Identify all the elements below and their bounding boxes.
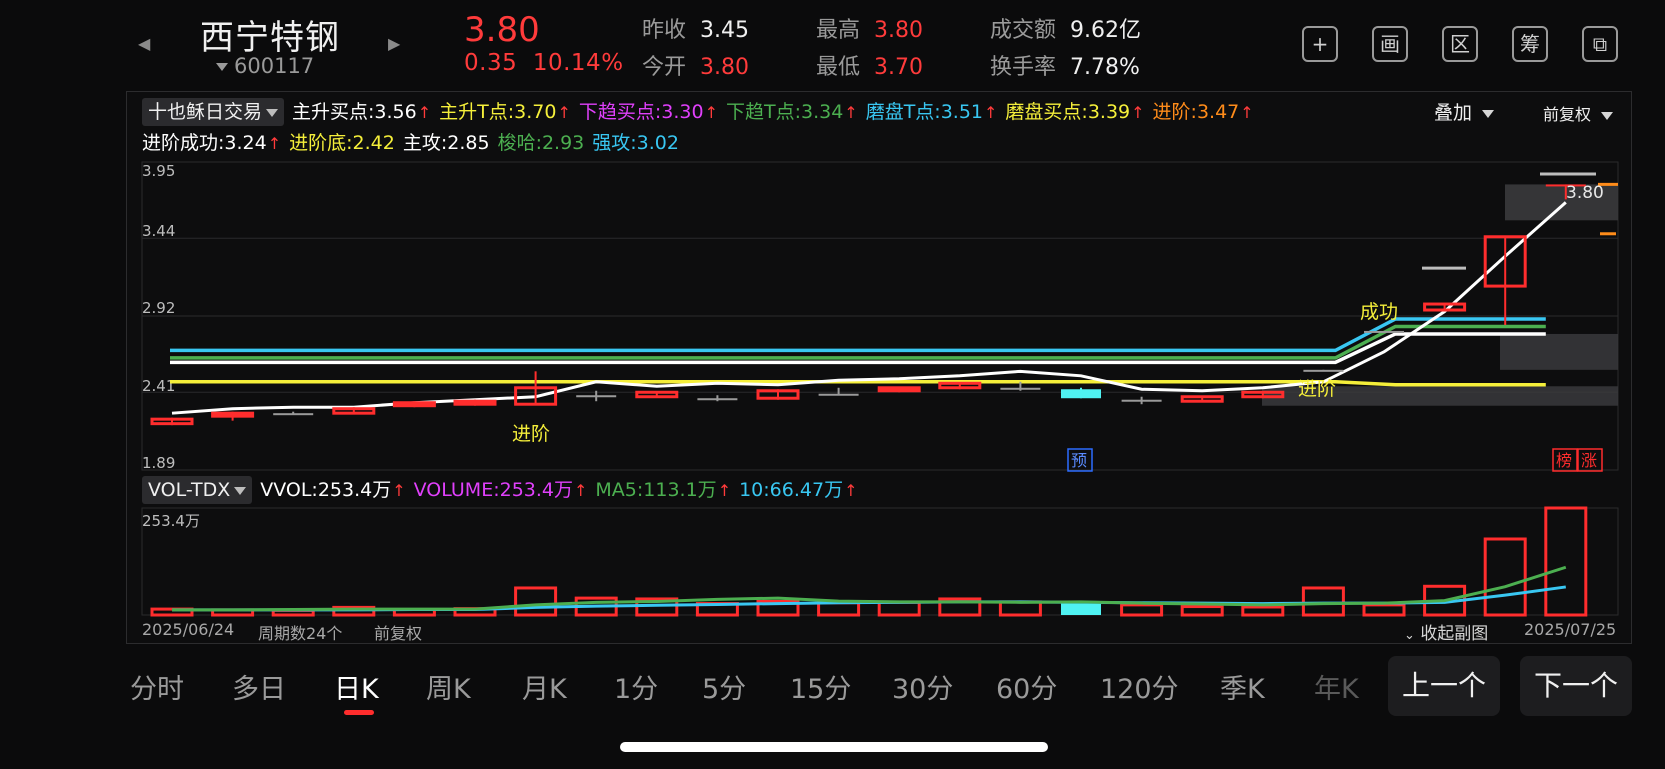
volume-bar — [877, 600, 921, 617]
volume-bar — [1362, 603, 1406, 617]
legend-item-label: 10:66.47万 — [739, 479, 844, 501]
candle-body — [818, 393, 859, 396]
active-tab-indicator — [344, 710, 374, 715]
volume-bar — [1483, 537, 1527, 617]
legend-item: MA5:113.1万↑ — [595, 476, 731, 505]
rank-badge: 榜 — [1556, 451, 1572, 470]
up-arrow-icon: ↑ — [392, 481, 406, 500]
candle-body — [273, 413, 314, 416]
chevron-down-icon: ⌄ — [1404, 628, 1415, 643]
candle-body — [1061, 389, 1101, 399]
end-date: 2025/07/25 — [1524, 620, 1617, 639]
candle-body — [1364, 330, 1404, 333]
volume-bar — [1301, 586, 1345, 617]
candle-body — [211, 411, 255, 418]
tab-weekly-k[interactable]: 周K — [426, 667, 471, 706]
up-arrow-icon: ↑ — [574, 481, 588, 500]
jinjie-label: 进阶 — [1298, 378, 1336, 400]
tab-fenshi[interactable]: 分时 — [130, 667, 184, 706]
candle-body — [392, 401, 436, 408]
prev-stock-button[interactable]: 上一个 — [1388, 656, 1500, 716]
legend-item-label: MA5:113.1万 — [595, 479, 717, 501]
candle-body — [453, 399, 497, 406]
volume-bar — [1241, 605, 1285, 617]
volume-legend: VOL-TDX VVOL:253.4万↑ VOLUME:253.4万↑ MA5:113… — [142, 476, 865, 504]
candle-body — [576, 395, 617, 398]
up-arrow-icon: ↑ — [844, 481, 858, 500]
period-count: 周期数24个 — [258, 624, 343, 643]
legend-item: 10:66.47万↑ — [739, 476, 857, 505]
tab-120min[interactable]: 120分 — [1100, 667, 1179, 706]
collapse-label: 收起副图 — [1420, 624, 1489, 644]
chevron-down-icon — [234, 486, 247, 495]
volume-bar — [1180, 605, 1224, 617]
volume-bar — [1061, 603, 1101, 615]
legend-item-label: VVOL:253.4万 — [260, 479, 392, 501]
success-label: 成功 — [1360, 301, 1398, 323]
tab-1min[interactable]: 1分 — [614, 667, 658, 706]
zone-box — [1500, 333, 1618, 370]
tab-15min[interactable]: 15分 — [790, 667, 851, 706]
candle-body — [1121, 399, 1162, 402]
volume-bar — [998, 600, 1042, 617]
volume-indicator-selector[interactable]: VOL-TDX — [142, 476, 253, 504]
forecast-badge: 预 — [1071, 451, 1087, 470]
collapse-subchart-button[interactable]: ⌄ 收起副图 — [1404, 619, 1488, 644]
kline-chart[interactable]: 进阶进阶成功3.80预榜涨 — [0, 0, 1665, 769]
rise-badge: 涨 — [1581, 451, 1597, 470]
tab-quarterly-k[interactable]: 季K — [1220, 667, 1265, 706]
volume-max-label: 253.4万 — [142, 512, 200, 530]
up-arrow-icon: ↑ — [717, 481, 732, 500]
legend-item: VVOL:253.4万↑ — [260, 476, 405, 505]
volume-bar — [1120, 603, 1164, 617]
tab-daily-k[interactable]: 日K — [334, 667, 379, 706]
jinjie-label: 进阶 — [512, 423, 550, 445]
volume-bar — [817, 601, 861, 617]
volume-plot-frame — [141, 507, 1619, 616]
next-stock-button[interactable]: 下一个 — [1520, 656, 1632, 716]
tab-yearly-k[interactable]: 年K — [1314, 667, 1359, 706]
candle-body — [697, 398, 738, 401]
level-line — [170, 324, 1546, 360]
tab-monthly-k[interactable]: 月K — [522, 667, 567, 706]
volume-bar — [514, 586, 558, 617]
volume-ma10-line — [172, 585, 1567, 612]
level-line — [170, 380, 1546, 387]
start-date: 2025/06/24 — [142, 620, 235, 639]
candle-body — [1303, 369, 1344, 372]
tab-duori[interactable]: 多日 — [232, 667, 286, 706]
volume-indicator-name: VOL-TDX — [148, 479, 231, 501]
candle-body — [1000, 387, 1041, 390]
adjust-mode: 前复权 — [374, 624, 423, 643]
legend-item-label: VOLUME:253.4万 — [413, 479, 573, 501]
legend-item: VOLUME:253.4万↑ — [414, 476, 588, 505]
tab-5min[interactable]: 5分 — [702, 667, 746, 706]
candle-body — [877, 386, 921, 393]
home-indicator — [620, 742, 1048, 752]
tab-60min[interactable]: 60分 — [996, 667, 1057, 706]
last-price-tag: 3.80 — [1566, 183, 1604, 203]
volume-bar — [1544, 506, 1588, 617]
tab-30min[interactable]: 30分 — [892, 667, 953, 706]
level-line — [170, 317, 1546, 353]
